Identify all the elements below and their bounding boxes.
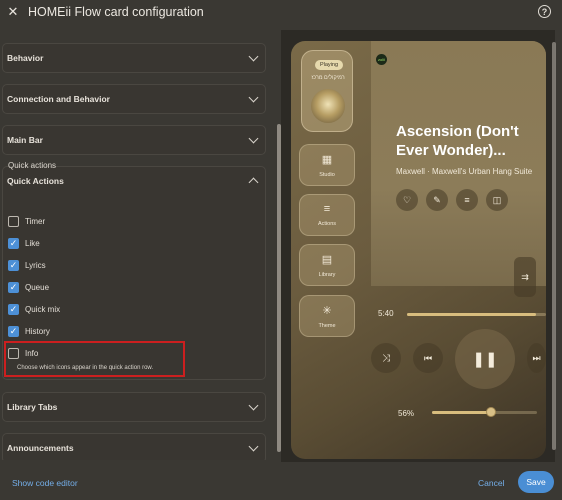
status-badge: Playing bbox=[315, 60, 343, 70]
quick-action-option[interactable]: ✓ Queue bbox=[8, 280, 49, 294]
logo: zolii bbox=[376, 54, 387, 65]
section-title: Library Tabs bbox=[7, 402, 58, 412]
song-title: Ascension (Don't Ever Wonder)... bbox=[396, 123, 519, 159]
now-playing-tile[interactable]: Playing רמיקולים מרכז bbox=[301, 50, 353, 132]
chevron-down-icon bbox=[248, 51, 259, 62]
heart-icon[interactable]: ♡ bbox=[396, 189, 418, 211]
chevron-down-icon bbox=[248, 133, 259, 144]
nav-item-label: Studio bbox=[319, 171, 335, 178]
chevron-up-icon bbox=[248, 177, 259, 188]
elapsed-time: 5:40 bbox=[378, 309, 394, 318]
section-main-bar[interactable]: Main Bar bbox=[2, 125, 266, 155]
artist-line: Maxwell · Maxwell's Urban Hang Suite bbox=[396, 167, 533, 176]
option-label: History bbox=[25, 326, 50, 336]
checkbox-unchecked[interactable] bbox=[8, 215, 19, 227]
section-title: Quick Actions bbox=[7, 176, 64, 186]
checkbox-checked[interactable]: ✓ bbox=[8, 303, 19, 315]
config-panel: Behavior Connection and Behavior Main Ba… bbox=[0, 40, 276, 460]
section-behavior[interactable]: Behavior bbox=[2, 43, 266, 73]
section-title: Announcements bbox=[7, 443, 74, 453]
progress-bar[interactable] bbox=[407, 313, 546, 316]
help-icon[interactable]: ? bbox=[538, 5, 551, 18]
library-icon: ▤ bbox=[321, 253, 333, 266]
progress-fill bbox=[407, 313, 537, 316]
section-header[interactable]: Quick Actions bbox=[3, 167, 265, 195]
option-label: Timer bbox=[25, 216, 46, 226]
section-title: Behavior bbox=[7, 53, 44, 63]
dialog-header: ✕ HOMEii Flow card configuration ? bbox=[0, 0, 562, 26]
nav-item-studio[interactable]: ▦ Studio bbox=[299, 144, 355, 186]
nav-item-actions[interactable]: ≡ Actions bbox=[299, 194, 355, 236]
quick-action-option[interactable]: ✓ Quick mix bbox=[8, 302, 60, 316]
checkbox-checked[interactable]: ✓ bbox=[8, 237, 19, 249]
scrollbar[interactable] bbox=[552, 42, 556, 450]
radio-icon[interactable]: ◫ bbox=[486, 189, 508, 211]
volume-label: 56% bbox=[398, 409, 415, 418]
nav-item-label: Library bbox=[318, 271, 336, 278]
quick-actions-label: Quick actions bbox=[8, 161, 57, 170]
quick-action-option[interactable]: ✓ Like bbox=[8, 236, 40, 250]
queue-icon[interactable]: ≡ bbox=[456, 189, 478, 211]
album-thumbnail bbox=[311, 89, 345, 123]
pause-icon[interactable]: ❚❚ bbox=[455, 329, 515, 389]
section-title: Connection and Behavior bbox=[7, 94, 110, 104]
cancel-button[interactable]: Cancel bbox=[478, 478, 504, 488]
quick-action-option[interactable]: ✓ History bbox=[8, 324, 50, 338]
queue-list-icon[interactable]: ⇉ bbox=[514, 257, 536, 297]
option-label: Queue bbox=[25, 282, 50, 292]
section-announcements[interactable]: Announcements bbox=[2, 433, 266, 460]
quick-action-option[interactable]: Timer bbox=[8, 214, 45, 228]
section-library-tabs[interactable]: Library Tabs bbox=[2, 392, 266, 422]
close-icon[interactable]: ✕ bbox=[6, 4, 20, 18]
volume-handle[interactable] bbox=[485, 407, 496, 417]
sun-icon: ✳ bbox=[322, 304, 332, 317]
volume-slider[interactable] bbox=[432, 411, 537, 414]
volume-fill bbox=[432, 411, 491, 414]
nav-item-label: Actions bbox=[317, 221, 337, 227]
option-label: Lyrics bbox=[25, 260, 46, 270]
lyrics-icon[interactable]: ✎ bbox=[426, 189, 448, 211]
option-label: Like bbox=[25, 238, 40, 248]
now-playing-subtitle: רמיקולים מרכז bbox=[311, 75, 345, 81]
save-button[interactable]: Save bbox=[518, 471, 554, 493]
nav-item-label: Theme bbox=[318, 322, 336, 329]
section-connection[interactable]: Connection and Behavior bbox=[2, 84, 266, 114]
checkbox-checked[interactable]: ✓ bbox=[8, 281, 19, 293]
chevron-down-icon bbox=[248, 441, 259, 452]
show-code-editor-link[interactable]: Show code editor bbox=[12, 478, 78, 488]
nav-item-theme[interactable]: ✳ Theme bbox=[299, 295, 355, 337]
chevron-down-icon bbox=[248, 400, 259, 411]
shuffle-icon[interactable]: ⤨ bbox=[371, 343, 401, 373]
grid-icon: ▦ bbox=[321, 153, 333, 166]
checkbox-checked[interactable]: ✓ bbox=[8, 259, 19, 271]
chevron-down-icon bbox=[248, 92, 259, 103]
album-art bbox=[371, 41, 546, 286]
highlight-box bbox=[4, 341, 185, 377]
next-icon[interactable]: ⏭ bbox=[527, 343, 546, 373]
checkbox-checked[interactable]: ✓ bbox=[8, 325, 19, 337]
option-label: Quick mix bbox=[25, 304, 61, 314]
menu-icon: ≡ bbox=[323, 203, 331, 215]
dialog-title: HOMEii Flow card configuration bbox=[28, 5, 204, 19]
nav-item-library[interactable]: ▤ Library bbox=[299, 244, 355, 286]
section-title: Main Bar bbox=[7, 135, 43, 145]
quick-actions-hint: Choose which icons appear in the quick a… bbox=[17, 365, 154, 371]
previous-icon[interactable]: ⏮ bbox=[413, 343, 443, 373]
quick-action-option[interactable]: ✓ Lyrics bbox=[8, 258, 46, 272]
